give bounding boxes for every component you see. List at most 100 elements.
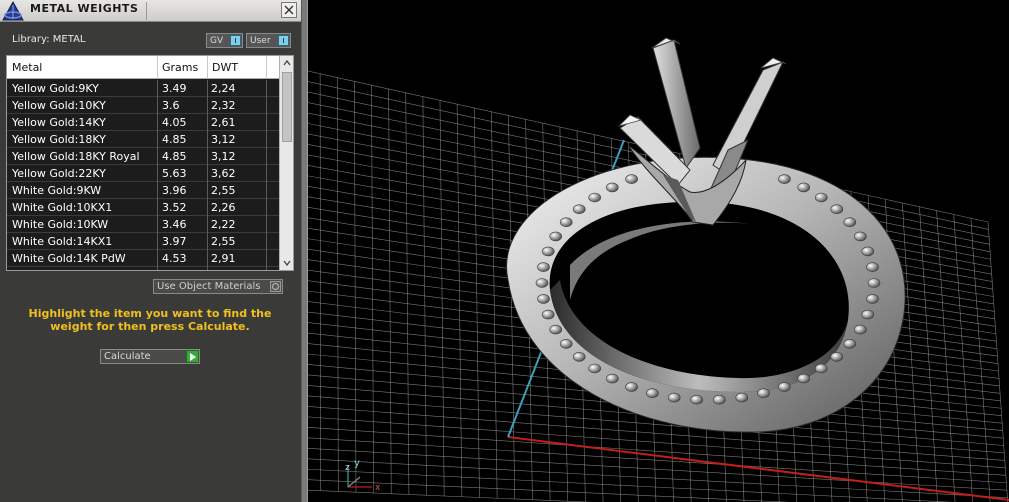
column-header-metal[interactable]: Metal — [12, 61, 42, 74]
chevron-down-icon — [283, 260, 291, 266]
axis-tripod: y z x — [345, 458, 381, 493]
pave-seat — [778, 382, 791, 392]
cell-metal: Yellow Gold:14KY — [12, 116, 106, 129]
table-row[interactable]: White Gold:10KW 3.46 2,22 — [7, 216, 279, 233]
scroll-down-button[interactable] — [280, 256, 293, 270]
use-object-materials-label: Use Object Materials — [157, 281, 261, 292]
table-scrollbar[interactable] — [279, 56, 293, 270]
calculate-label: Calculate — [104, 351, 151, 362]
pave-seat — [572, 351, 586, 362]
scroll-up-button[interactable] — [280, 56, 293, 70]
cell-grams: 3.49 — [162, 82, 187, 95]
play-icon — [186, 350, 199, 363]
table-row[interactable]: Yellow Gold:14KY 4.05 2,61 — [7, 114, 279, 131]
cell-grams: 3.6 — [162, 99, 180, 112]
pave-seat — [797, 182, 811, 193]
cell-grams: 4.53 — [162, 252, 187, 265]
grid-line — [308, 447, 1007, 491]
instruction-text: Highlight the item you want to find the … — [28, 307, 272, 333]
column-header-dwt[interactable]: DWT — [212, 61, 238, 74]
gv-toggle-label: GV — [210, 35, 224, 46]
table-row[interactable]: Yellow Gold:18KY 4.85 3,12 — [7, 131, 279, 148]
pave-seat — [866, 262, 879, 272]
table-row-partial[interactable] — [7, 267, 279, 270]
pave-seat — [757, 388, 770, 399]
calculate-button[interactable]: Calculate — [100, 349, 200, 364]
pave-seat — [646, 388, 659, 399]
scroll-thumb[interactable] — [282, 72, 292, 142]
table-row[interactable]: Yellow Gold:9KY 3.49 2,24 — [7, 80, 279, 97]
app-logo-icon — [1, 0, 25, 22]
pave-seat — [537, 294, 550, 304]
table-row[interactable]: Yellow Gold:22KY 5.63 3,62 — [7, 165, 279, 182]
ring-model[interactable] — [506, 37, 906, 433]
pave-seat — [853, 231, 867, 242]
chevron-up-icon — [283, 60, 291, 66]
pave-seat — [625, 174, 638, 184]
cell-metal: White Gold:9KW — [12, 184, 102, 197]
cell-metal: White Gold:10KW — [12, 218, 109, 231]
cell-grams: 3.46 — [162, 218, 187, 231]
grid-line — [308, 479, 790, 502]
cell-dwt: 3,62 — [211, 167, 236, 180]
table-row[interactable]: White Gold:14KX1 3.97 2,55 — [7, 233, 279, 250]
user-toggle-label: User — [250, 35, 271, 46]
table-body: Yellow Gold:9KY 3.49 2,24 Yellow Gold:10KY… — [7, 80, 279, 270]
user-toggle[interactable]: User — [246, 33, 291, 48]
gv-toggle[interactable]: GV — [206, 33, 243, 48]
close-icon — [284, 5, 294, 15]
table-row[interactable]: Yellow Gold:18KY Royal 4.85 3,12 — [7, 148, 279, 165]
metal-weights-panel: METAL WEIGHTS Library: METAL GV User Met… — [0, 0, 301, 502]
table-row[interactable]: White Gold:14K PdW 4.53 2,91 — [7, 250, 279, 267]
pave-seat — [712, 394, 726, 405]
cell-grams: 4.05 — [162, 116, 187, 129]
cell-metal: Yellow Gold:9KY — [12, 82, 99, 95]
cell-dwt: 2,24 — [211, 82, 236, 95]
3d-viewport[interactable]: y z x — [308, 0, 1009, 502]
pave-seat — [814, 363, 828, 374]
panel-splitter[interactable] — [301, 0, 308, 502]
use-object-materials-toggle[interactable]: Use Object Materials — [153, 279, 283, 294]
table-row[interactable]: Yellow Gold:10KY 3.6 2,32 — [7, 97, 279, 114]
cell-grams: 4.85 — [162, 133, 187, 146]
pave-seat — [797, 373, 811, 384]
pave-seat — [778, 174, 791, 184]
grid-line — [308, 468, 954, 502]
cell-grams: 4.85 — [162, 150, 187, 163]
cell-metal-clipped — [12, 269, 16, 270]
cell-metal: White Gold:10KX1 — [12, 201, 113, 214]
cell-dwt: 3,12 — [211, 150, 236, 163]
grid-line — [308, 427, 1006, 476]
pave-seat — [853, 324, 867, 335]
cell-metal: Yellow Gold:22KY — [12, 167, 106, 180]
gv-toggle-knob — [230, 35, 241, 46]
cell-grams: 3.96 — [162, 184, 187, 197]
panel-titlebar[interactable]: METAL WEIGHTS — [0, 0, 301, 22]
cell-metal: Yellow Gold:10KY — [12, 99, 106, 112]
pave-seat — [861, 246, 875, 257]
close-button[interactable] — [281, 2, 297, 18]
column-header-grams[interactable]: Grams — [162, 61, 198, 74]
pave-seat — [541, 309, 555, 320]
pave-seat — [605, 182, 619, 193]
viewport-canvas[interactable]: y z x — [308, 0, 1009, 502]
library-label: Library: METAL — [12, 34, 86, 45]
table-row[interactable]: White Gold:10KX1 3.52 2,26 — [7, 199, 279, 216]
pave-seat — [843, 338, 857, 349]
pave-seat — [588, 363, 602, 374]
table-row[interactable]: White Gold:9KW 3.96 2,55 — [7, 182, 279, 199]
cell-dwt: 2,61 — [211, 116, 236, 129]
pave-seat — [537, 262, 550, 272]
pave-seat — [866, 294, 879, 304]
pave-seat — [867, 278, 881, 288]
cell-dwt: 3,12 — [211, 133, 236, 146]
cell-grams: 3.97 — [162, 235, 187, 248]
column-divider — [266, 56, 267, 79]
pave-seat — [843, 217, 857, 227]
column-divider — [207, 80, 208, 270]
column-divider — [157, 56, 158, 79]
pave-seat — [559, 338, 573, 349]
pave-seat — [830, 351, 844, 362]
pave-seat — [690, 394, 704, 405]
grid-line — [308, 458, 1008, 498]
